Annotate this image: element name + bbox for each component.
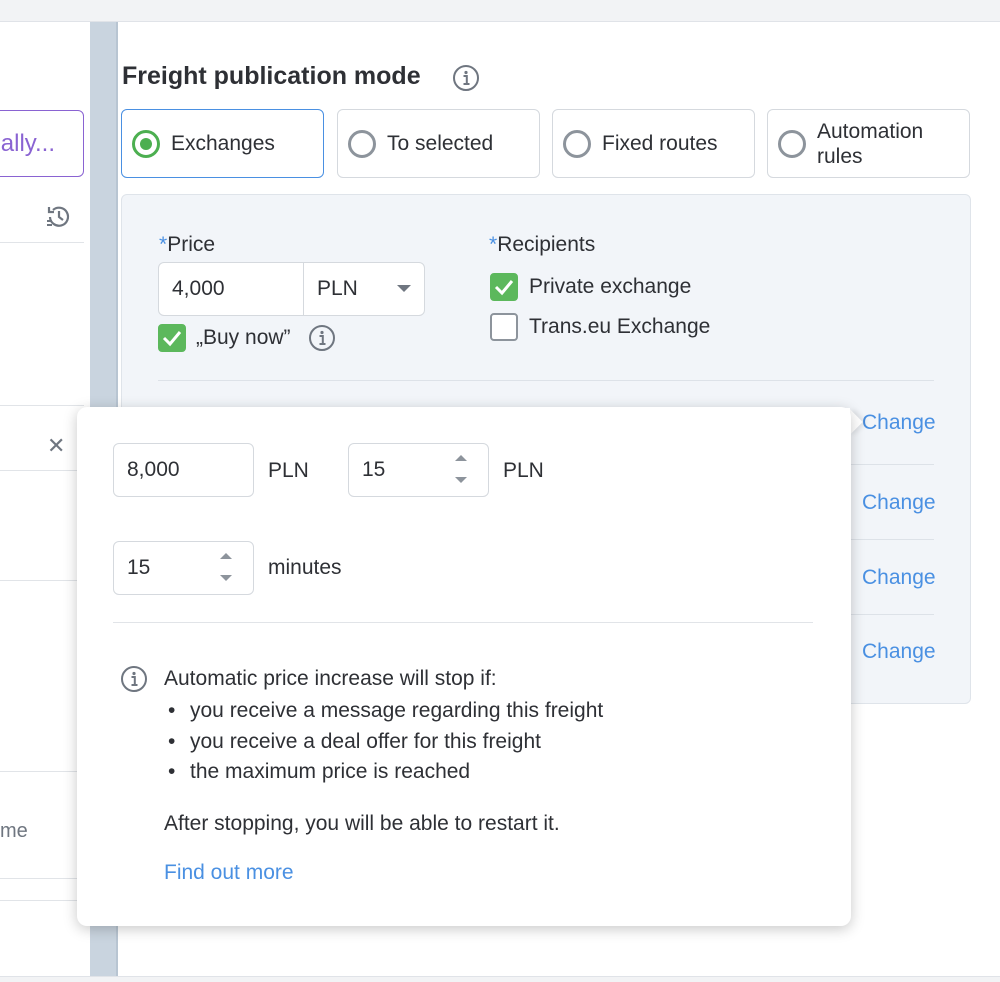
transeu-exchange-checkbox[interactable] — [490, 313, 518, 341]
price-input[interactable]: 4,000 — [158, 262, 304, 316]
mode-tab-label: Exchanges — [171, 132, 275, 155]
chevron-down-icon — [397, 285, 411, 292]
card-divider — [158, 380, 934, 381]
radio-icon — [348, 129, 376, 158]
step-value: 15 — [362, 458, 386, 481]
stepper-arrows-icon[interactable] — [451, 450, 471, 490]
private-exchange-checkbox[interactable] — [490, 273, 518, 301]
top-bar — [0, 0, 1000, 22]
left-partial-button[interactable]: ally... — [0, 110, 84, 177]
section-title: Freight publication mode — [122, 62, 421, 90]
required-mark: * — [489, 233, 498, 256]
list-item: you receive a deal offer for this freigh… — [168, 727, 603, 758]
price-label-text: Price — [167, 233, 216, 256]
interval-unit: minutes — [268, 556, 342, 579]
left-divider — [0, 878, 84, 879]
left-divider — [0, 900, 84, 901]
stepper-arrows-icon[interactable] — [216, 548, 236, 588]
change-link[interactable]: Change — [862, 640, 936, 664]
max-price-value: 8,000 — [127, 458, 180, 481]
left-divider — [0, 771, 84, 772]
required-mark: * — [159, 233, 168, 256]
left-divider — [0, 580, 84, 581]
change-link[interactable]: Change — [862, 566, 936, 590]
mode-tab-exchanges[interactable]: Exchanges — [121, 109, 324, 178]
radio-icon — [778, 129, 806, 158]
price-input-value: 4,000 — [172, 277, 225, 300]
currency-select-value: PLN — [317, 277, 358, 300]
change-link[interactable]: Change — [862, 411, 936, 435]
price-label: *Price — [159, 233, 215, 257]
close-icon[interactable]: ✕ — [47, 435, 65, 457]
max-price-unit: PLN — [268, 459, 309, 482]
buy-now-label: „Buy now” — [196, 326, 291, 349]
mode-tab-label: To selected — [387, 132, 494, 155]
mode-tab-fixed-routes[interactable]: Fixed routes — [552, 109, 755, 178]
left-divider — [0, 242, 84, 243]
mode-tab-label: Fixed routes — [602, 132, 718, 155]
interval-value: 15 — [127, 556, 151, 579]
mode-tab-label: Automation rules — [817, 119, 924, 168]
left-partial-text: me — [0, 820, 28, 842]
popover-arrow-cover — [820, 408, 850, 438]
bottom-bar — [0, 976, 1000, 982]
transeu-exchange-label: Trans.eu Exchange — [529, 315, 711, 338]
radio-selected-icon — [132, 129, 160, 158]
recipients-label: *Recipients — [489, 233, 595, 257]
stop-conditions-list: you receive a message regarding this fre… — [168, 696, 603, 788]
info-icon[interactable] — [452, 64, 480, 92]
restart-note: After stopping, you will be able to rest… — [164, 812, 560, 835]
popover-divider — [113, 622, 813, 623]
radio-icon — [563, 129, 591, 158]
recipients-label-text: Recipients — [497, 233, 596, 256]
mode-tab-automation-rules[interactable]: Automation rules — [767, 109, 970, 178]
left-partial-button-label: ally... — [0, 129, 55, 157]
private-exchange-label: Private exchange — [529, 275, 692, 298]
list-item: the maximum price is reached — [168, 757, 603, 788]
left-divider — [0, 405, 84, 406]
find-out-more-link[interactable]: Find out more — [164, 861, 294, 885]
max-price-input[interactable]: 8,000 — [113, 443, 254, 497]
info-icon[interactable] — [308, 324, 336, 352]
change-link[interactable]: Change — [862, 491, 936, 515]
info-icon — [120, 665, 148, 693]
left-divider — [0, 470, 84, 471]
buy-now-checkbox[interactable] — [158, 324, 186, 352]
list-item: you receive a message regarding this fre… — [168, 696, 603, 727]
info-heading: Automatic price increase will stop if: — [164, 667, 497, 690]
mode-tab-to-selected[interactable]: To selected — [337, 109, 540, 178]
history-icon[interactable] — [44, 202, 74, 232]
step-unit: PLN — [503, 459, 544, 482]
